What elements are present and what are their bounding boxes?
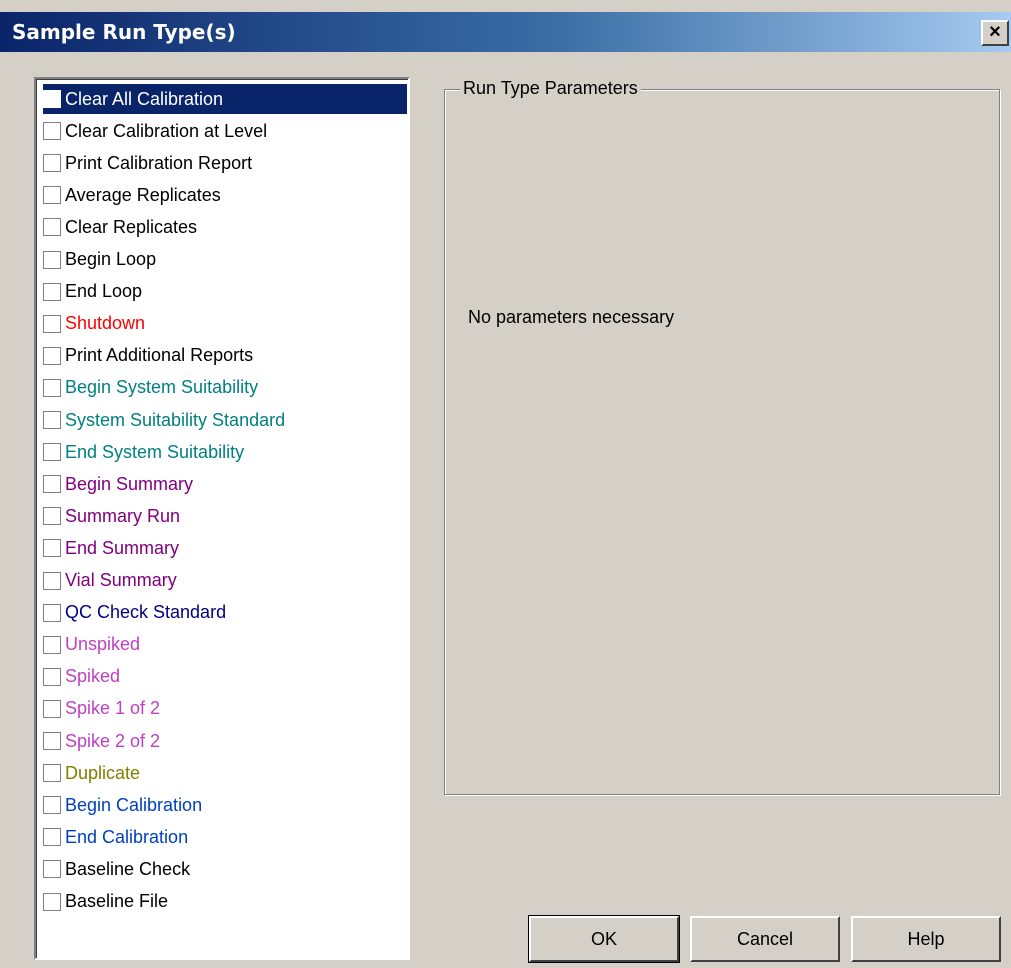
list-item-label: Duplicate [65,762,141,783]
checkbox[interactable] [43,411,61,429]
checkbox[interactable] [43,603,61,622]
list-item-label: Spiked [65,666,121,687]
list-item[interactable]: Clear Replicates [43,212,199,242]
list-item[interactable]: Average Replicates [43,180,223,210]
list-item-label: End System Suitability [65,441,245,462]
list-item[interactable]: Unspiked [43,630,142,660]
list-item-label: Average Replicates [65,184,221,205]
list-item-label: Clear All Calibration [65,88,224,109]
list-item-label: Spike 1 of 2 [65,698,161,719]
run-type-list-body: Clear All Calibration Clear Calibration a… [36,79,408,958]
list-item[interactable]: Clear Calibration at Level [43,116,269,146]
list-item[interactable]: Baseline Check [43,854,192,884]
cancel-button[interactable]: Cancel [690,916,840,962]
list-item-label: End Summary [65,537,180,558]
checkbox[interactable] [43,218,61,237]
close-button[interactable]: × [981,20,1009,46]
checkbox[interactable] [43,635,61,654]
list-item[interactable]: Begin Calibration [43,790,204,820]
checkbox[interactable] [43,378,61,397]
list-item[interactable]: Duplicate [43,758,142,788]
checkbox[interactable] [43,90,61,108]
list-item[interactable]: Begin Loop [43,245,158,275]
list-item[interactable]: Spike 2 of 2 [43,726,162,756]
list-item[interactable]: Spike 1 of 2 [43,694,162,724]
list-item-label: Baseline Check [65,858,191,879]
list-item-label: Begin System Suitability [65,377,259,398]
checkbox[interactable] [43,828,61,847]
checkbox[interactable] [43,346,61,365]
checkbox[interactable] [43,571,61,590]
checkbox[interactable] [43,539,61,558]
checkbox[interactable] [43,443,61,462]
list-item[interactable]: Vial Summary [43,566,179,596]
list-item-label: Clear Replicates [65,216,198,237]
list-item[interactable]: Begin Summary [43,469,195,499]
list-item[interactable]: Baseline File [43,887,170,917]
run-type-parameters-label: Run Type Parameters [460,78,641,99]
no-parameters-message: No parameters necessary [468,307,675,327]
list-item-label: End Calibration [65,826,189,847]
list-item-label: Baseline File [65,891,169,911]
checkbox[interactable] [43,282,61,301]
checkbox[interactable] [43,732,61,750]
list-item[interactable]: Shutdown [43,309,147,339]
title-bar[interactable]: Sample Run Type(s) × [0,12,1011,52]
sample-run-types-dialog: Sample Run Type(s) × Clear All Calibrati… [0,0,1011,968]
list-item-label: Begin Loop [65,249,157,269]
list-item[interactable]: Print Calibration Report [43,148,254,178]
list-item-label: Print Additional Reports [65,345,254,366]
list-item[interactable]: End System Suitability [43,437,246,467]
list-item-label: Unspiked [65,634,141,655]
list-item-label: Summary Run [65,505,181,526]
checkbox[interactable] [43,507,61,526]
list-item[interactable]: System Suitability Standard [43,405,287,435]
ok-button[interactable]: OK [528,915,680,963]
list-item[interactable]: Begin System Suitability [43,373,260,403]
dialog-title: Sample Run Type(s) [12,20,236,44]
list-item-label: Begin Calibration [65,794,203,815]
help-button[interactable]: Help [851,916,1001,962]
list-item[interactable]: Clear All Calibration [43,84,407,114]
checkbox[interactable] [43,314,61,333]
list-item-label: System Suitability Standard [65,409,286,430]
list-item-label: Shutdown [65,313,146,334]
checkbox[interactable] [43,892,61,911]
list-item[interactable]: End Summary [43,533,181,563]
checkbox[interactable] [43,250,61,269]
list-item-label: Print Calibration Report [65,152,253,173]
checkbox[interactable] [43,764,61,783]
list-item[interactable]: Spiked [43,662,122,692]
list-item-label: Begin Summary [65,473,194,494]
list-item[interactable]: Summary Run [43,501,182,531]
list-item[interactable]: End Calibration [43,822,190,852]
list-item-label: QC Check Standard [65,602,227,623]
list-item-label: Clear Calibration at Level [65,120,268,141]
checkbox[interactable] [43,475,61,494]
run-type-parameters-group [444,89,1000,795]
list-item[interactable]: Print Additional Reports [43,341,255,371]
list-item-label: End Loop [65,281,143,302]
checkbox[interactable] [43,796,61,815]
checkbox[interactable] [43,860,61,879]
checkbox[interactable] [43,186,61,205]
list-item[interactable]: QC Check Standard [43,598,228,628]
list-item-label: Spike 2 of 2 [65,730,161,751]
checkbox[interactable] [43,699,61,718]
list-item[interactable]: End Loop [43,277,144,307]
checkbox[interactable] [43,122,61,141]
list-item-label: Vial Summary [65,570,177,590]
checkbox[interactable] [43,667,61,686]
checkbox[interactable] [43,154,61,173]
run-type-list[interactable]: Clear All Calibration Clear Calibration a… [34,77,410,960]
